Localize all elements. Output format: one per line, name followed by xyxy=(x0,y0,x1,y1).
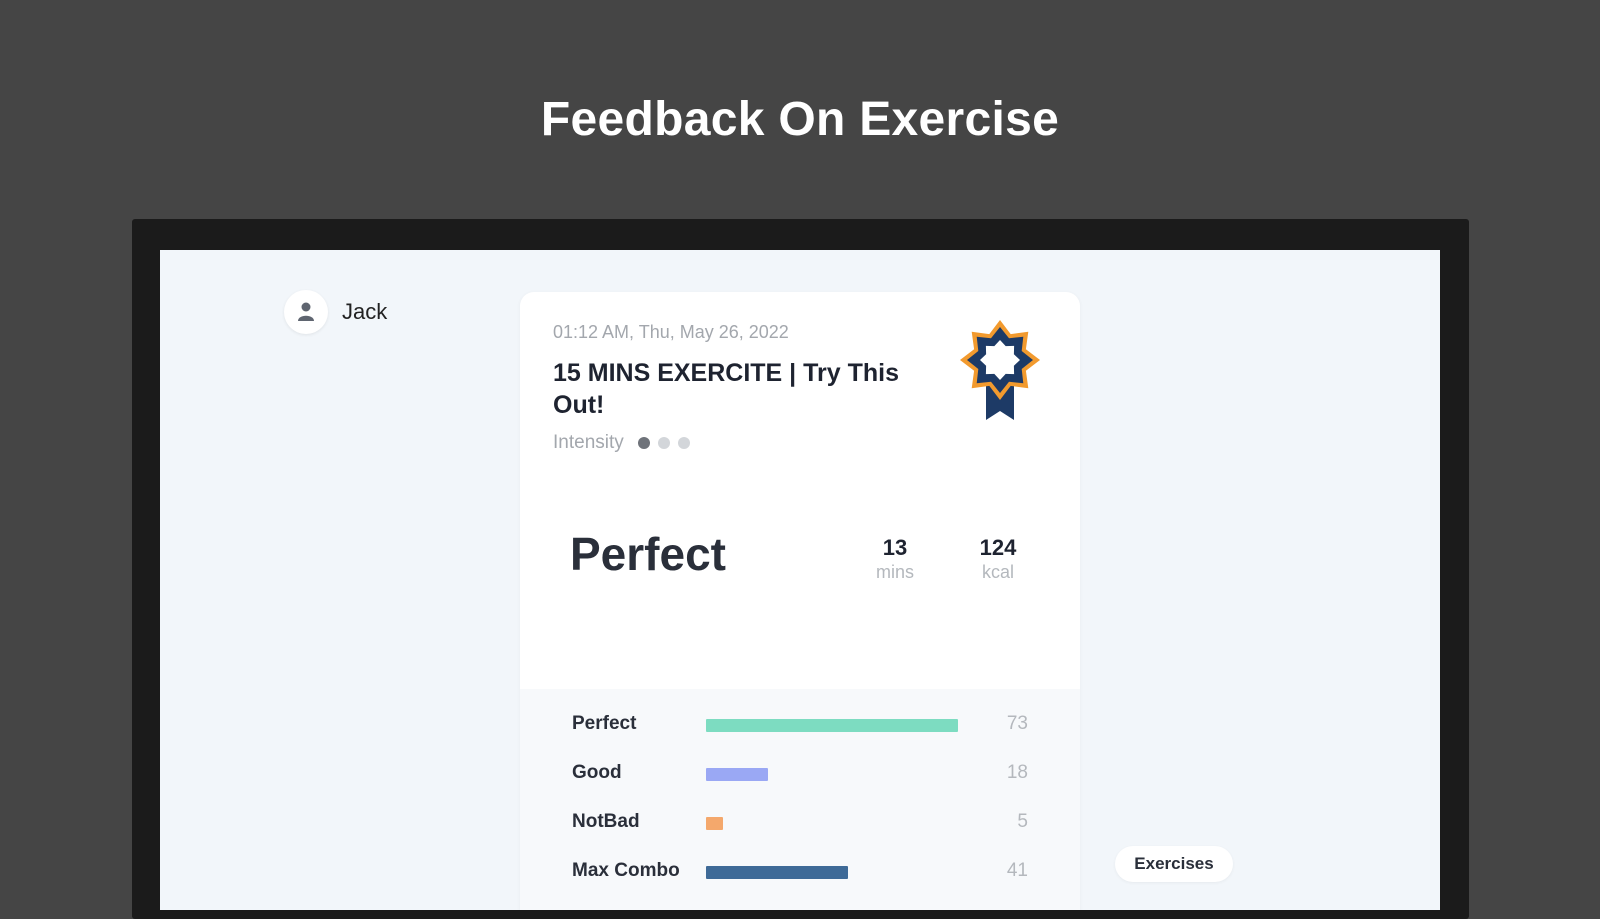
exercises-button[interactable]: Exercises xyxy=(1115,846,1233,882)
breakdown-bar xyxy=(706,817,723,830)
performance-rating: Perfect xyxy=(570,528,726,580)
breakdown-bar xyxy=(706,768,768,781)
duration-stat: 13 mins xyxy=(855,535,935,583)
calories-stat: 124 kcal xyxy=(958,535,1038,583)
user-name: Jack xyxy=(342,299,388,324)
user-profile[interactable]: Jack xyxy=(284,290,387,334)
breakdown-label: Good xyxy=(572,762,622,783)
breakdown-row-good: Good 18 xyxy=(520,759,1080,789)
breakdown-bar xyxy=(706,866,848,879)
breakdown-row-notbad: NotBad 5 xyxy=(520,808,1080,838)
workout-datetime: 01:12 AM, Thu, May 26, 2022 xyxy=(553,322,789,342)
banner-title: Feedback On Exercise xyxy=(540,93,1060,146)
duration-value: 13 xyxy=(882,535,908,560)
intensity-indicator: Intensity xyxy=(553,432,690,454)
breakdown-count: 73 xyxy=(1006,713,1028,734)
intensity-label: Intensity xyxy=(553,432,624,453)
person-icon xyxy=(284,290,328,334)
intensity-dot xyxy=(657,437,670,449)
breakdown-label: Max Combo xyxy=(572,860,680,881)
workout-result-card: 01:12 AM, Thu, May 26, 2022 15 MINS EXER… xyxy=(520,292,1080,910)
duration-unit: mins xyxy=(875,562,914,582)
intensity-dot xyxy=(637,437,650,449)
breakdown-count: 18 xyxy=(1006,762,1028,783)
app-screen: Jack 01:12 AM, Thu, May 26, 2022 15 MINS… xyxy=(160,250,1440,910)
breakdown-row-perfect: Perfect 73 xyxy=(520,710,1080,740)
breakdown-count: 5 xyxy=(1017,811,1028,832)
breakdown-label: NotBad xyxy=(572,811,640,832)
intensity-dot xyxy=(677,437,690,449)
workout-title: 15 MINS EXERCITE | Try This Out! xyxy=(553,359,899,419)
breakdown-label: Perfect xyxy=(572,713,637,734)
calories-unit: kcal xyxy=(981,562,1014,582)
score-breakdown: Perfect 73 Good 18 NotBad 5 Max Combo 41 xyxy=(520,689,1080,910)
breakdown-bar xyxy=(706,719,958,732)
breakdown-count: 41 xyxy=(1006,860,1028,881)
award-medal-icon xyxy=(960,320,1040,420)
breakdown-row-max-combo: Max Combo 41 xyxy=(520,857,1080,887)
calories-value: 124 xyxy=(979,535,1017,560)
